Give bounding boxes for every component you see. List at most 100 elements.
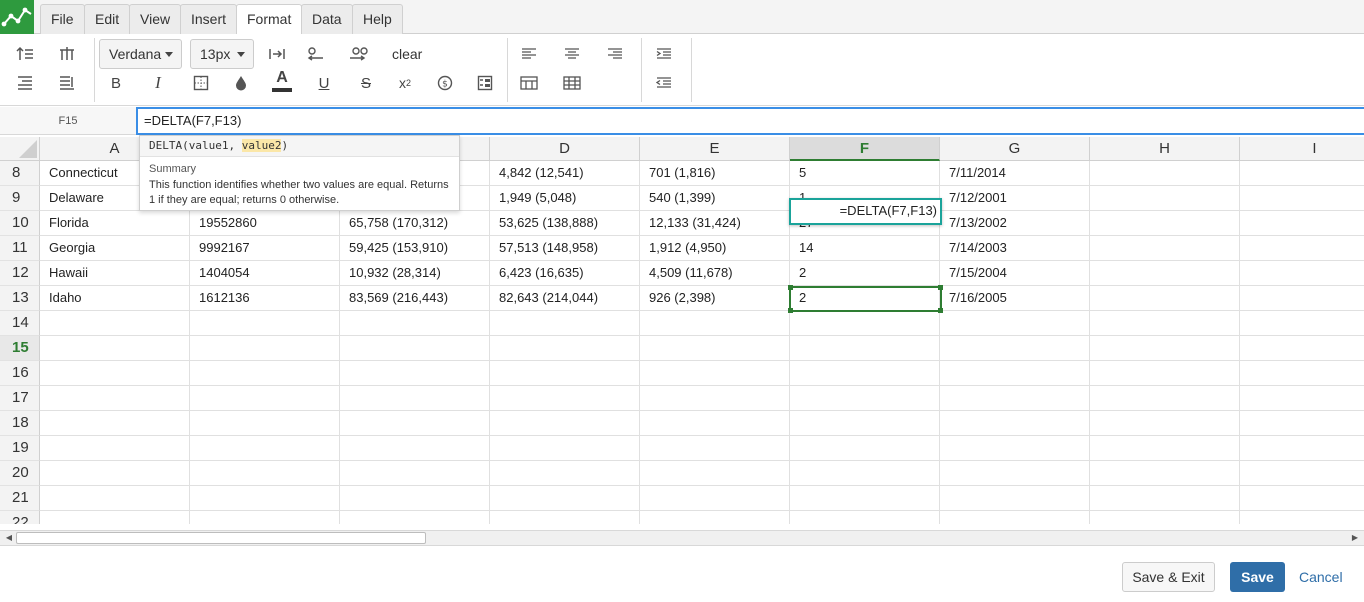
cell-c15[interactable] <box>340 336 490 361</box>
cell-b10[interactable]: 19552860 <box>190 211 340 236</box>
cell-e21[interactable] <box>640 486 790 511</box>
cell-i15[interactable] <box>1240 336 1364 361</box>
cell-c17[interactable] <box>340 386 490 411</box>
cell-a16[interactable] <box>40 361 190 386</box>
cell-a17[interactable] <box>40 386 190 411</box>
delete-column-icon[interactable] <box>52 69 82 97</box>
cell-f14[interactable] <box>790 311 940 336</box>
cell-e22[interactable] <box>640 511 790 524</box>
cell-g12[interactable]: 7/15/2004 <box>940 261 1090 286</box>
cell-f17[interactable] <box>790 386 940 411</box>
menu-file[interactable]: File <box>40 4 85 34</box>
row-header-15[interactable]: 15 <box>0 336 40 361</box>
cell-d9[interactable]: 1,949 (5,048) <box>490 186 640 211</box>
cell-e8[interactable]: 701 (1,816) <box>640 161 790 186</box>
horizontal-scrollbar[interactable]: ◀ ▶ <box>0 530 1364 546</box>
cell-h8[interactable] <box>1090 161 1240 186</box>
cell-h12[interactable] <box>1090 261 1240 286</box>
font-family-select[interactable]: Verdana <box>99 39 182 69</box>
cell-g21[interactable] <box>940 486 1090 511</box>
cell-b19[interactable] <box>190 436 340 461</box>
cell-g15[interactable] <box>940 336 1090 361</box>
column-header-f[interactable]: F <box>790 137 940 161</box>
scroll-left-icon[interactable]: ◀ <box>2 531 16 545</box>
superscript-icon[interactable]: x2 <box>390 69 420 97</box>
scrollbar-thumb[interactable] <box>16 532 426 544</box>
cell-g13[interactable]: 7/16/2005 <box>940 286 1090 311</box>
bold-icon[interactable]: B <box>101 69 131 97</box>
row-header-9[interactable]: 9 <box>0 186 40 211</box>
row-header-19[interactable]: 19 <box>0 436 40 461</box>
cell-d22[interactable] <box>490 511 640 524</box>
strikethrough-icon[interactable]: S <box>351 69 381 97</box>
menu-data[interactable]: Data <box>301 4 353 34</box>
cell-h13[interactable] <box>1090 286 1240 311</box>
row-header-12[interactable]: 12 <box>0 261 40 286</box>
cell-d15[interactable] <box>490 336 640 361</box>
cell-d10[interactable]: 53,625 (138,888) <box>490 211 640 236</box>
cell-c22[interactable] <box>340 511 490 524</box>
scroll-right-icon[interactable]: ▶ <box>1348 531 1362 545</box>
cell-e9[interactable]: 540 (1,399) <box>640 186 790 211</box>
cell-e20[interactable] <box>640 461 790 486</box>
indent-increase-icon[interactable] <box>649 40 679 68</box>
cell-f21[interactable] <box>790 486 940 511</box>
cell-b16[interactable] <box>190 361 340 386</box>
row-header-22[interactable]: 22 <box>0 511 40 524</box>
cell-h15[interactable] <box>1090 336 1240 361</box>
cell-g9[interactable]: 7/12/2001 <box>940 186 1090 211</box>
cell-e13[interactable]: 926 (2,398) <box>640 286 790 311</box>
cell-e19[interactable] <box>640 436 790 461</box>
cell-a19[interactable] <box>40 436 190 461</box>
cell-i13[interactable] <box>1240 286 1364 311</box>
save-button[interactable]: Save <box>1230 562 1285 592</box>
cell-b13[interactable]: 1612136 <box>190 286 340 311</box>
fill-color-icon[interactable] <box>226 69 256 97</box>
cell-i12[interactable] <box>1240 261 1364 286</box>
increase-decimal-icon[interactable] <box>344 40 374 68</box>
cell-b21[interactable] <box>190 486 340 511</box>
cell-d12[interactable]: 6,423 (16,635) <box>490 261 640 286</box>
cell-d21[interactable] <box>490 486 640 511</box>
cell-f16[interactable] <box>790 361 940 386</box>
cell-h16[interactable] <box>1090 361 1240 386</box>
cell-g17[interactable] <box>940 386 1090 411</box>
cell-i18[interactable] <box>1240 411 1364 436</box>
indent-decrease-icon[interactable] <box>649 69 679 97</box>
cell-f12[interactable]: 2 <box>790 261 940 286</box>
row-header-16[interactable]: 16 <box>0 361 40 386</box>
cell-d11[interactable]: 57,513 (148,958) <box>490 236 640 261</box>
row-header-20[interactable]: 20 <box>0 461 40 486</box>
cell-f18[interactable] <box>790 411 940 436</box>
cell-i8[interactable] <box>1240 161 1364 186</box>
font-size-select[interactable]: 13px <box>190 39 254 69</box>
cell-a13[interactable]: Idaho <box>40 286 190 311</box>
cell-g10[interactable]: 7/13/2002 <box>940 211 1090 236</box>
underline-icon[interactable]: U <box>309 69 339 97</box>
cell-h11[interactable] <box>1090 236 1240 261</box>
cell-d20[interactable] <box>490 461 640 486</box>
cell-d13[interactable]: 82,643 (214,044) <box>490 286 640 311</box>
cell-g22[interactable] <box>940 511 1090 524</box>
select-all-corner[interactable] <box>0 137 40 161</box>
cell-i19[interactable] <box>1240 436 1364 461</box>
cell-d8[interactable]: 4,842 (12,541) <box>490 161 640 186</box>
cell-a15[interactable] <box>40 336 190 361</box>
cell-i22[interactable] <box>1240 511 1364 524</box>
cell-a11[interactable]: Georgia <box>40 236 190 261</box>
cell-d19[interactable] <box>490 436 640 461</box>
cell-b11[interactable]: 9992167 <box>190 236 340 261</box>
conditional-format-icon[interactable] <box>470 69 500 97</box>
cell-i14[interactable] <box>1240 311 1364 336</box>
cell-a21[interactable] <box>40 486 190 511</box>
cell-c21[interactable] <box>340 486 490 511</box>
cell-h14[interactable] <box>1090 311 1240 336</box>
cell-c18[interactable] <box>340 411 490 436</box>
cell-h18[interactable] <box>1090 411 1240 436</box>
cell-c11[interactable]: 59,425 (153,910) <box>340 236 490 261</box>
column-header-d[interactable]: D <box>490 137 640 161</box>
clear-format-button[interactable]: clear <box>392 46 422 62</box>
menu-view[interactable]: View <box>129 4 182 34</box>
cell-i20[interactable] <box>1240 461 1364 486</box>
cell-a10[interactable]: Florida <box>40 211 190 236</box>
